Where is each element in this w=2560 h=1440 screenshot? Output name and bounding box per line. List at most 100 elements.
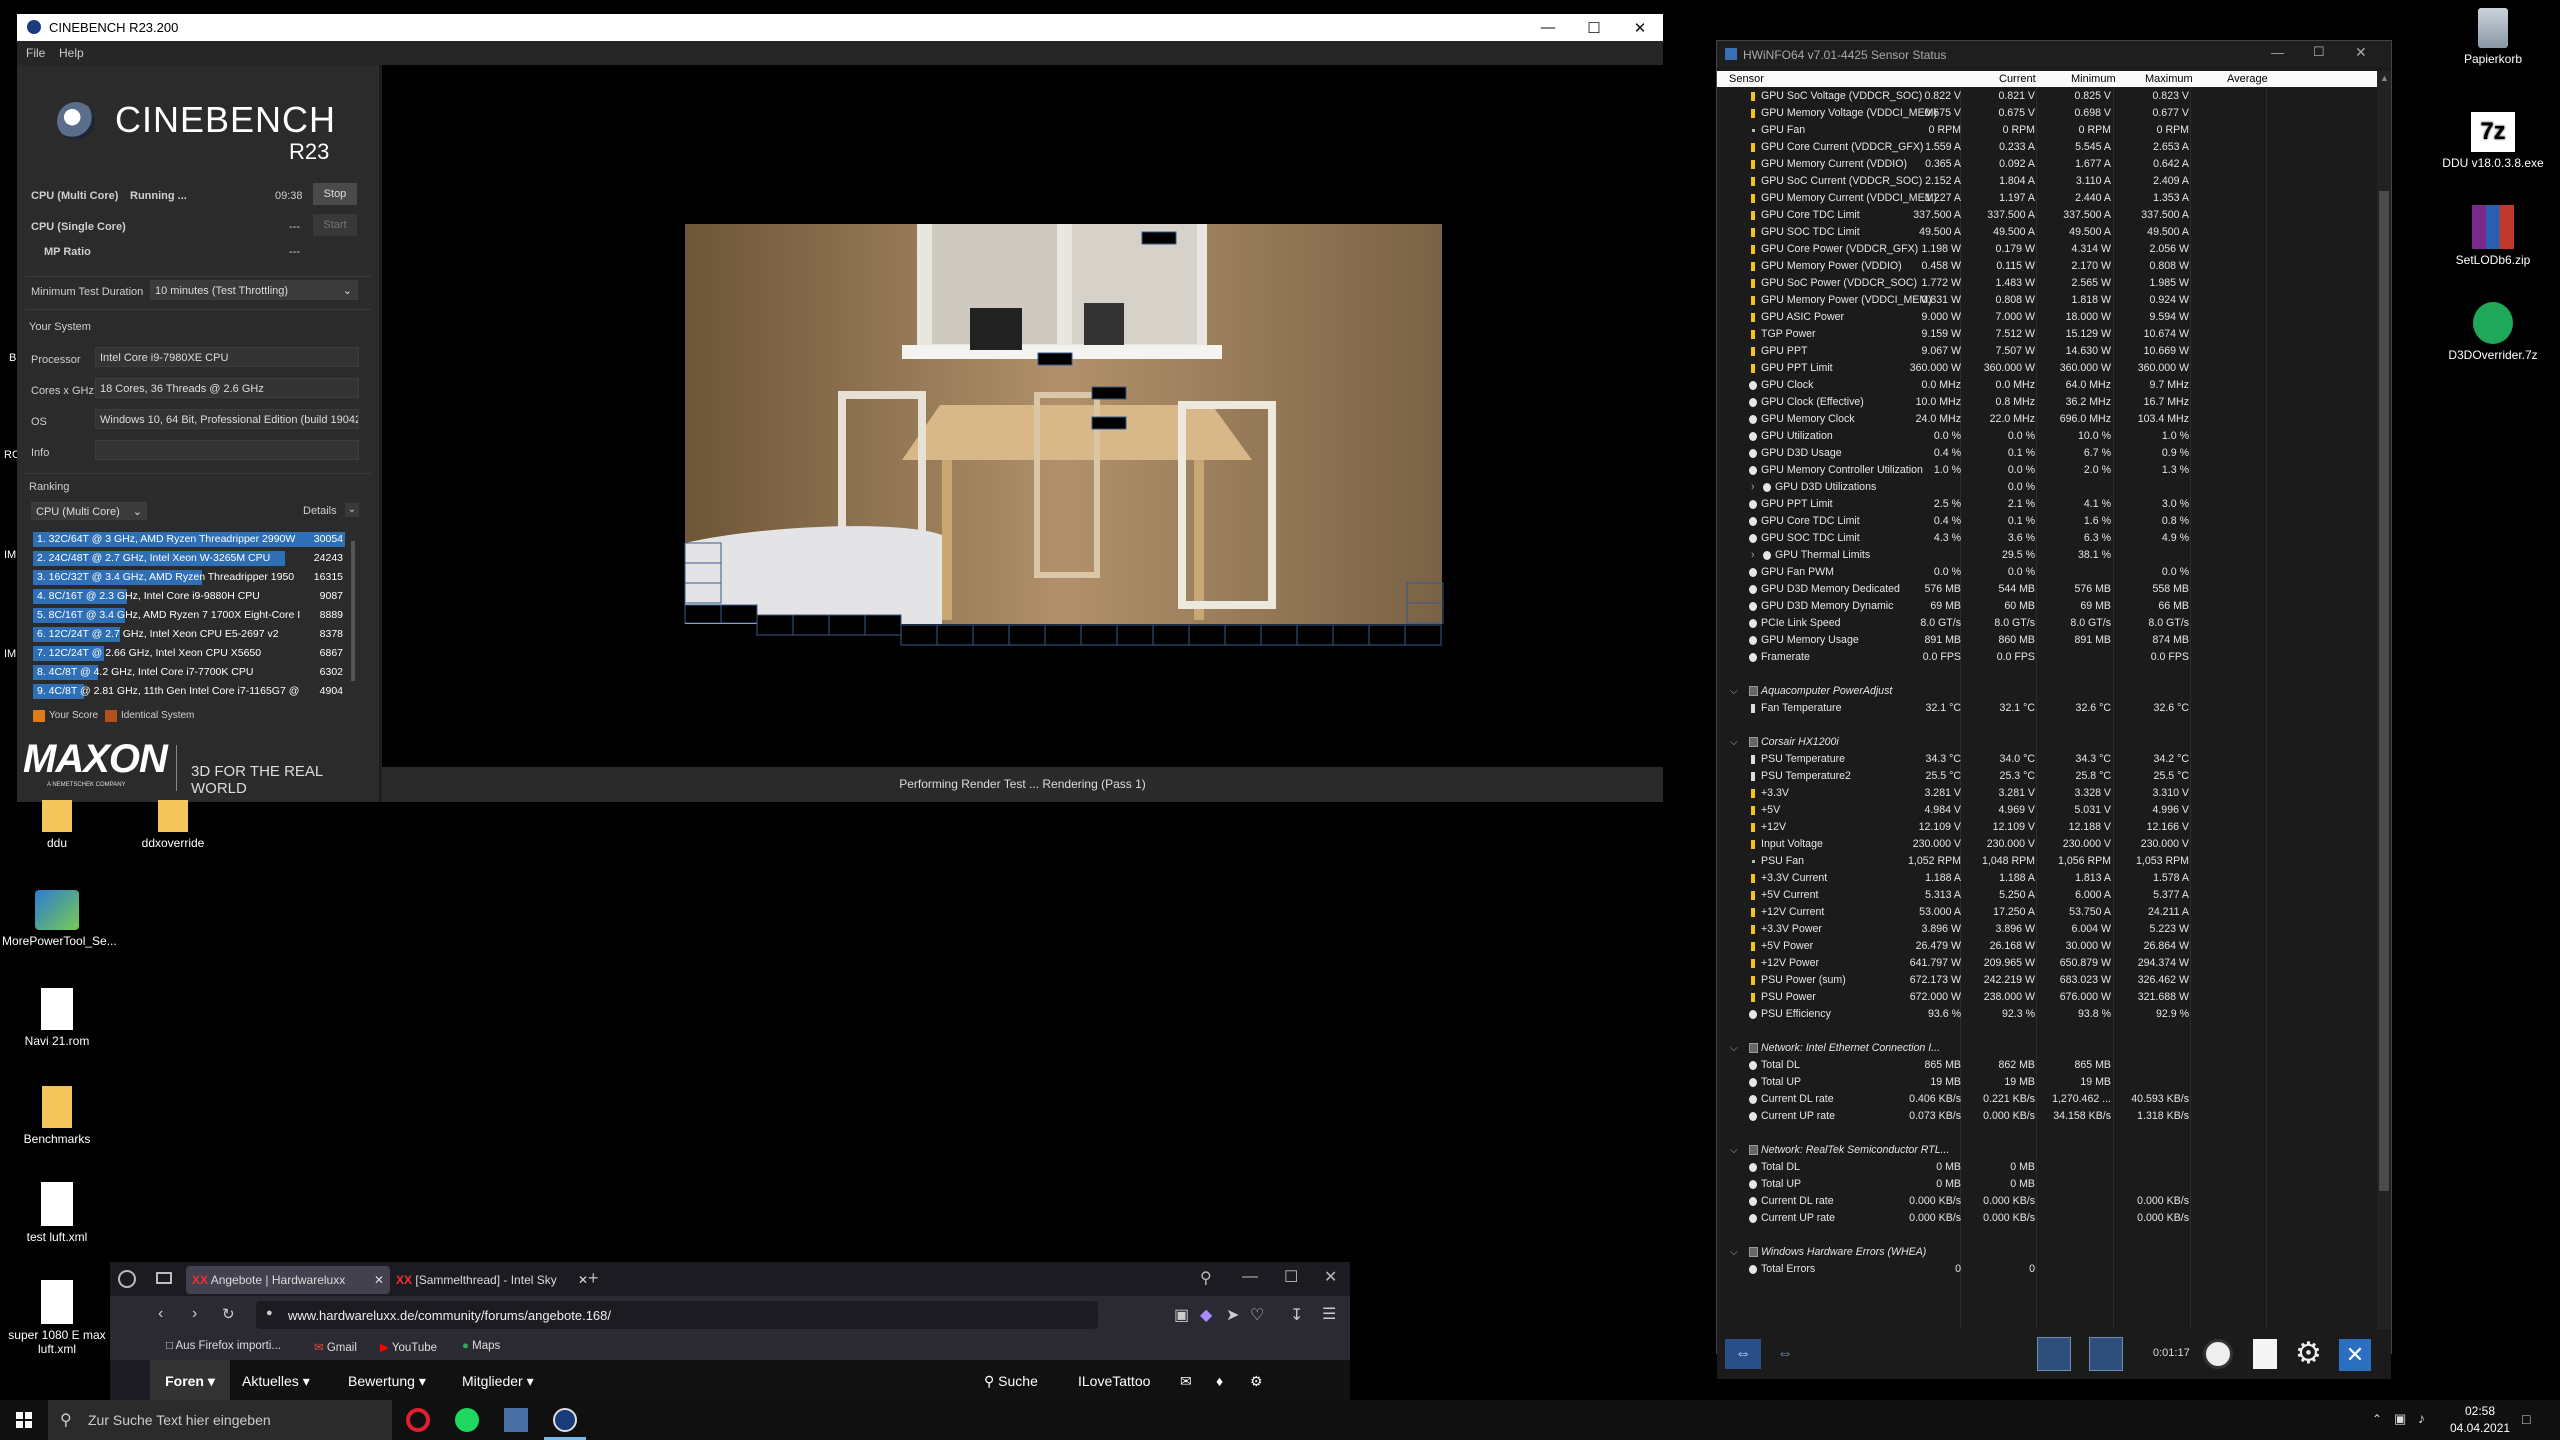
menu-icon[interactable]: ☰ (1322, 1304, 1336, 1324)
sensor-row[interactable]: GPU SOC TDC Limit 4.3 % 3.6 % 6.3 % 4.9 % (1717, 530, 2377, 547)
opera-icon[interactable] (406, 1408, 430, 1432)
sensor-row[interactable]: PSU Power (sum) 672.173 W 242.219 W 683.023… (1717, 972, 2377, 989)
tray-chevron-icon[interactable]: ⌃ (2372, 1412, 2382, 1426)
report-icon[interactable] (2253, 1339, 2277, 1369)
sensor-row[interactable]: GPU Core TDC Limit 337.500 A 337.500 A 337.… (1717, 207, 2377, 224)
firefox-view-icon[interactable] (118, 1270, 136, 1288)
nav-mitglieder[interactable]: Mitglieder ▾ (462, 1360, 534, 1402)
sensor-row[interactable]: GPU Memory Usage 891 MB 860 MB 891 MB 874 MB (1717, 632, 2377, 649)
desktop-icon-benchmarks[interactable]: Benchmarks (2, 1086, 112, 1146)
sensor-row[interactable]: +12V 12.109 V 12.109 V 12.188 V 12.166 V (1717, 819, 2377, 836)
minimize-icon[interactable]: — (1525, 14, 1571, 41)
col-minimum[interactable]: Minimum (2071, 73, 2116, 85)
close-tab-icon[interactable]: ✕ (374, 1266, 384, 1294)
close-sensors-icon[interactable]: ✕ (2339, 1339, 2371, 1371)
ranking-row[interactable]: 7. 12C/24T @ 2.66 GHz, Intel Xeon CPU X5… (33, 645, 345, 662)
bookmark-imported[interactable]: □ Aus Firefox importi... (166, 1340, 281, 1352)
ranking-row[interactable]: 3. 16C/32T @ 3.4 GHz, AMD Ryzen Threadri… (33, 569, 345, 586)
sensor-row[interactable]: PSU Temperature 34.3 °C 34.0 °C 34.3 °C 34.2… (1717, 751, 2377, 768)
menu-file[interactable]: File (26, 46, 45, 60)
chevron-down-icon[interactable]: ⌵ (1730, 1142, 1738, 1159)
sensor-row[interactable]: +5V Current 5.313 A 5.250 A 6.000 A 5.377 A (1717, 887, 2377, 904)
sensor-row[interactable]: GPU Memory Controller Utilization 1.0 % 0.… (1717, 462, 2377, 479)
clock-time[interactable]: 02:58 (2450, 1404, 2510, 1418)
tab-sammelthread[interactable]: XX [Sammelthread] - Intel Sky ✕ (390, 1266, 594, 1294)
sensor-group[interactable]: ⌵ Aquacomputer PowerAdjust (1717, 683, 2377, 700)
ranking-scrollbar[interactable] (349, 531, 357, 699)
sensor-row[interactable]: Total UP 19 MB 19 MB 19 MB (1717, 1074, 2377, 1091)
sensor-row[interactable]: Current DL rate 0.000 KB/s 0.000 KB/s 0.000… (1717, 1193, 2377, 1210)
sensor-row[interactable]: Framerate 0.0 FPS 0.0 FPS 0.0 FPS (1717, 649, 2377, 666)
desktop-icon-test-luft[interactable]: test luft.xml (2, 1182, 112, 1244)
url-field[interactable]: ● www.hardwareluxx.de/community/forums/a… (256, 1301, 1098, 1329)
chevron-down-icon[interactable]: ⌵ (1730, 734, 1738, 751)
bookmark-gmail[interactable]: ✉ Gmail (314, 1340, 357, 1354)
sensor-scrollbar[interactable]: ▲ (2377, 71, 2391, 1329)
sensor-table[interactable]: GPU SoC Voltage (VDDCR_SOC) 0.822 V 0.821 … (1717, 88, 2377, 1328)
sensor-row[interactable]: PSU Efficiency 93.6 % 92.3 % 93.8 % 92.9 % (1717, 1006, 2377, 1023)
sensor-row[interactable]: GPU PPT 9.067 W 7.507 W 14.630 W 10.669 W (1717, 343, 2377, 360)
app-taskbar-icon[interactable] (504, 1408, 528, 1432)
maximize-icon[interactable]: ☐ (2313, 44, 2325, 60)
close-icon[interactable]: ✕ (1617, 14, 1663, 41)
clock-date[interactable]: 04.04.2021 (2450, 1421, 2510, 1435)
stop-button[interactable]: Stop (313, 183, 357, 205)
sensor-row[interactable]: Current UP rate 0.073 KB/s 0.000 KB/s 34.15… (1717, 1108, 2377, 1125)
sensor-row[interactable]: +5V Power 26.479 W 26.168 W 30.000 W 26.864 … (1717, 938, 2377, 955)
nav-foren[interactable]: Foren ▾ (150, 1360, 230, 1402)
new-tab-icon[interactable]: + (588, 1268, 599, 1289)
sensor-row[interactable]: › GPU Thermal Limits 29.5 % 38.1 % (1717, 547, 2377, 564)
details-toggle-button[interactable]: ⌄ (345, 503, 359, 517)
clock-icon[interactable] (2203, 1339, 2233, 1369)
minimize-icon[interactable]: — (2271, 45, 2284, 60)
sensor-row[interactable]: › GPU D3D Utilizations 0.0 % (1717, 479, 2377, 496)
ranking-list[interactable]: 1. 32C/64T @ 3 GHz, AMD Ryzen Threadripp… (33, 531, 347, 699)
ranking-select[interactable]: CPU (Multi Core) ⌄ (31, 502, 147, 520)
sensor-row[interactable]: GPU SOC TDC Limit 49.500 A 49.500 A 49.500 … (1717, 224, 2377, 241)
chevron-down-icon[interactable]: ⌵ (1730, 1040, 1738, 1057)
sensor-group[interactable]: ⌵ Windows Hardware Errors (WHEA) (1717, 1244, 2377, 1261)
mail-icon[interactable]: ✉ (1180, 1360, 1192, 1402)
sensor-row[interactable]: GPU Core Current (VDDCR_GFX) 1.559 A 0.233… (1717, 139, 2377, 156)
desktop-icon-papierkorb[interactable]: Papierkorb (2438, 8, 2548, 66)
network-icon[interactable] (2037, 1337, 2071, 1371)
desktop-icon-morepowertool[interactable]: MorePowerTool_Se... (2, 890, 117, 948)
sensor-row[interactable]: +5V 4.984 V 4.969 V 5.031 V 4.996 V (1717, 802, 2377, 819)
chevron-right-icon[interactable]: › (1751, 479, 1755, 496)
sensors-layout-icon[interactable] (2089, 1337, 2123, 1371)
tab-angebote[interactable]: XX Angebote | Hardwareluxx ✕ (186, 1266, 390, 1294)
ranking-row[interactable]: 2. 24C/48T @ 2.7 GHz, Intel Xeon W-3265M… (33, 550, 345, 567)
desktop-icon-ddu-folder[interactable]: ddu (2, 800, 112, 850)
sensor-row[interactable]: +12V Current 53.000 A 17.250 A 53.750 A 24.2… (1717, 904, 2377, 921)
sensor-row[interactable]: GPU D3D Memory Dynamic 69 MB 60 MB 69 MB 66 … (1717, 598, 2377, 615)
sensor-row[interactable]: GPU Fan 0 RPM 0 RPM 0 RPM 0 RPM (1717, 122, 2377, 139)
system-value-info[interactable] (95, 440, 359, 460)
sensor-row[interactable]: GPU D3D Usage 0.4 % 0.1 % 6.7 % 0.9 % (1717, 445, 2377, 462)
bookmark-maps[interactable]: ● Maps (462, 1340, 500, 1352)
col-maximum[interactable]: Maximum (2145, 73, 2193, 85)
col-sensor[interactable]: Sensor (1729, 73, 1764, 85)
download-icon[interactable]: ↧ (1290, 1305, 1303, 1325)
sensor-row[interactable]: +12V Power 641.797 W 209.965 W 650.879 W 294… (1717, 955, 2377, 972)
sensor-row[interactable]: Total DL 0 MB 0 MB (1717, 1159, 2377, 1176)
desktop-icon-ddxoverride[interactable]: ddxoverride (118, 800, 228, 850)
sensor-row[interactable]: GPU PPT Limit 360.000 W 360.000 W 360.000 W… (1717, 360, 2377, 377)
col-average[interactable]: Average (2227, 73, 2268, 85)
sensor-row[interactable]: GPU D3D Memory Dedicated 576 MB 544 MB 576 … (1717, 581, 2377, 598)
ranking-row[interactable]: 6. 12C/24T @ 2.7 GHz, Intel Xeon CPU E5-… (33, 626, 345, 643)
settings-icon[interactable]: ⚙ (1250, 1360, 1263, 1402)
cinebench-titlebar[interactable]: CINEBENCH R23.200 — ☐ ✕ (17, 14, 1663, 41)
windows-start-icon[interactable] (16, 1412, 32, 1428)
sensor-row[interactable]: Total UP 0 MB 0 MB (1717, 1176, 2377, 1193)
search-icon[interactable]: ⚲ (1200, 1268, 1212, 1288)
sensor-row[interactable]: Input Voltage 230.000 V 230.000 V 230.000 V… (1717, 836, 2377, 853)
sensor-row[interactable]: GPU SoC Voltage (VDDCR_SOC) 0.822 V 0.821 … (1717, 88, 2377, 105)
close-icon[interactable]: ✕ (1324, 1267, 1337, 1287)
sensor-row[interactable]: GPU ASIC Power 9.000 W 7.000 W 18.000 W 9.59… (1717, 309, 2377, 326)
sensor-row[interactable]: GPU Memory Power (VDDCI_MEM) 0.831 W 0.808… (1717, 292, 2377, 309)
sensor-row[interactable]: +3.3V Current 1.188 A 1.188 A 1.813 A 1.578 … (1717, 870, 2377, 887)
desktop-icon-d3doverrider[interactable]: D3DOverrider.7z (2438, 302, 2548, 362)
close-icon[interactable]: ✕ (2355, 44, 2367, 61)
forward-icon[interactable]: › (192, 1305, 197, 1323)
tab-overview-icon[interactable] (156, 1272, 172, 1284)
